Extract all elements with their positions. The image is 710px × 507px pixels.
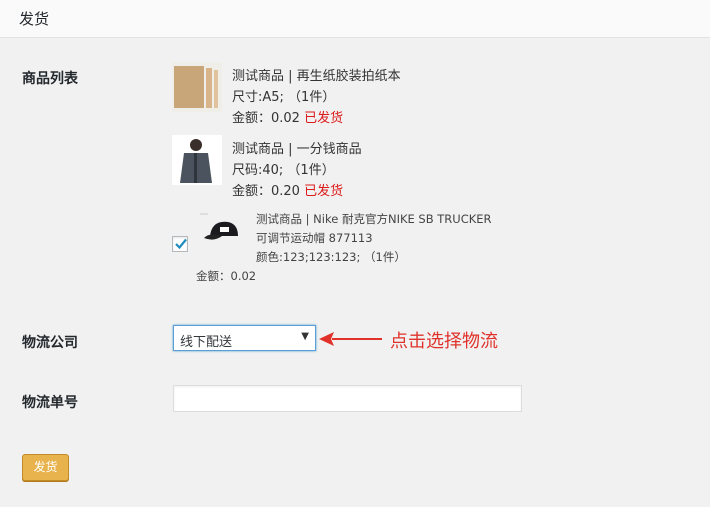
product-spec: 尺码:40; （1件） — [232, 163, 335, 178]
product-thumbnail-notebook — [172, 62, 222, 112]
page-title: 发货 — [19, 10, 50, 28]
product-thumbnail-cap — [198, 210, 246, 250]
logistics-company-label: 物流公司 — [22, 335, 78, 351]
product-amount: 金额：0.02 — [196, 269, 257, 283]
tracking-number-label: 物流单号 — [22, 395, 78, 411]
status-badge: 已发货 — [304, 111, 344, 126]
checkmark-icon — [175, 238, 187, 250]
product-spec: 颜色:123;123:123; （1件） — [256, 250, 406, 264]
ship-button[interactable]: 发货 — [22, 454, 69, 481]
product-name: 测试商品 | 再生纸胶装拍纸本 — [232, 69, 401, 84]
product-amount: 金额：0.20 — [232, 184, 300, 199]
product-name: 测试商品 | Nike 耐克官方NIKE SB TRUCKER — [256, 212, 492, 226]
product-amount: 金额：0.02 — [232, 111, 300, 126]
pointer-arrow-icon — [319, 332, 382, 346]
select-logistics-hint: 点击选择物流 — [390, 331, 498, 352]
product-amount-row: 金额：0.02 已发货 — [232, 107, 343, 126]
product-name-continued: 可调节运动帽 877113 — [256, 231, 373, 245]
product-amount-row: 金额：0.20 已发货 — [232, 180, 343, 199]
page-header: 发货 — [0, 0, 710, 38]
select-product-checkbox[interactable] — [172, 236, 188, 252]
product-name: 测试商品 | 一分钱商品 — [232, 142, 362, 157]
status-badge: 已发货 — [304, 184, 344, 199]
dropdown-caret-icon: ▼ — [301, 331, 309, 342]
tracking-number-input[interactable] — [173, 385, 522, 412]
logistics-company-select[interactable]: 线下配送 ▼ — [173, 325, 316, 351]
product-thumbnail-jacket — [172, 135, 222, 185]
product-list-label: 商品列表 — [22, 71, 78, 87]
selected-option: 线下配送 — [180, 335, 233, 350]
product-spec: 尺寸:A5; （1件） — [232, 90, 336, 105]
